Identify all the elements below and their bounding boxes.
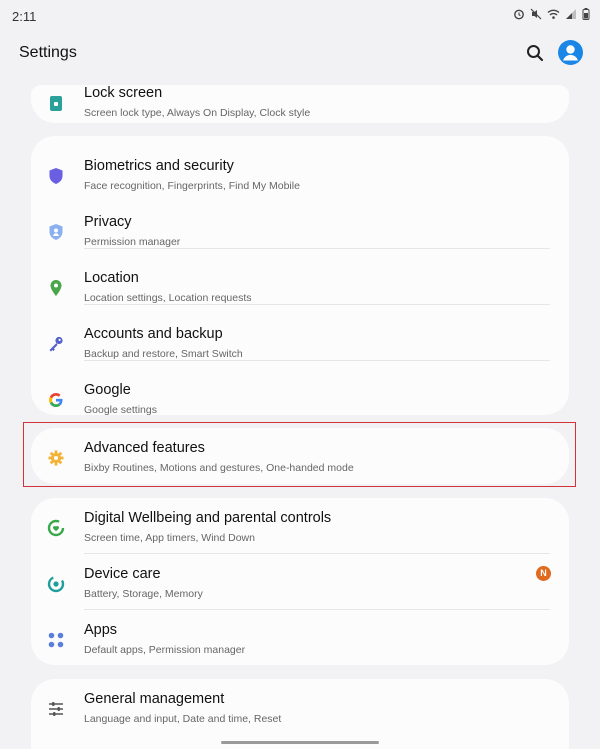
wellbeing-icon xyxy=(46,518,66,538)
settings-card-lock: Lock screen Screen lock type, Always On … xyxy=(31,85,569,123)
status-time: 2:11 xyxy=(12,9,37,24)
key-icon xyxy=(46,334,66,354)
settings-item-biometrics[interactable]: Biometrics and security Face recognition… xyxy=(31,146,569,202)
battery-icon xyxy=(582,8,590,20)
settings-item-title: General management xyxy=(84,691,225,707)
settings-item-subtitle: Language and input, Date and time, Reset xyxy=(84,713,282,725)
settings-item-title: Privacy xyxy=(84,214,132,230)
google-icon xyxy=(46,390,66,410)
sliders-icon xyxy=(46,699,66,719)
divider xyxy=(84,248,550,249)
location-pin-icon xyxy=(46,278,66,298)
settings-item-subtitle: Screen time, App timers, Wind Down xyxy=(84,532,255,544)
settings-item-title: Apps xyxy=(84,622,118,638)
highlight-box xyxy=(23,422,576,487)
settings-item-subtitle: Location settings, Location requests xyxy=(84,292,252,304)
device-care-icon xyxy=(46,574,66,594)
settings-item-title: Lock screen xyxy=(84,85,163,101)
status-icons xyxy=(513,8,590,20)
settings-item-title: Google xyxy=(84,382,131,398)
lock-icon xyxy=(46,93,66,113)
settings-card-general: General management Language and input, D… xyxy=(31,679,569,749)
account-icon xyxy=(563,45,578,61)
settings-item-subtitle: Backup and restore, Smart Switch xyxy=(84,348,243,360)
settings-item-subtitle: Battery, Storage, Memory xyxy=(84,588,203,600)
settings-item-apps[interactable]: Apps Default apps, Permission manager xyxy=(31,610,569,666)
settings-item-title: Device care xyxy=(84,566,161,582)
settings-item-title: Accounts and backup xyxy=(84,326,223,342)
signal-icon xyxy=(566,9,576,19)
settings-item-privacy[interactable]: Privacy Permission manager xyxy=(31,202,569,258)
settings-item-subtitle: Google settings xyxy=(84,404,157,416)
account-button[interactable] xyxy=(558,40,583,65)
shield-icon xyxy=(46,166,66,186)
app-header: Settings xyxy=(0,34,600,74)
alarm-icon xyxy=(514,9,524,20)
settings-card-security: Biometrics and security Face recognition… xyxy=(31,136,569,416)
settings-item-lock-screen[interactable]: Lock screen Screen lock type, Always On … xyxy=(31,73,569,129)
mute-icon xyxy=(530,8,542,20)
settings-item-subtitle: Permission manager xyxy=(84,236,181,248)
page-title: Settings xyxy=(19,44,77,61)
settings-item-digital-wellbeing[interactable]: Digital Wellbeing and parental controls … xyxy=(31,498,569,554)
settings-card-care: Digital Wellbeing and parental controls … xyxy=(31,498,569,665)
gesture-navigation-bar[interactable] xyxy=(221,741,379,744)
search-button[interactable] xyxy=(524,42,546,64)
settings-item-general-management[interactable]: General management Language and input, D… xyxy=(31,679,569,735)
settings-item-subtitle: Screen lock type, Always On Display, Clo… xyxy=(84,107,311,119)
apps-grid-icon xyxy=(46,630,66,650)
settings-item-title: Biometrics and security xyxy=(84,158,234,174)
settings-item-title: Digital Wellbeing and parental controls xyxy=(84,510,332,526)
wifi-icon xyxy=(547,9,560,19)
settings-item-device-care[interactable]: Device care Battery, Storage, Memory N xyxy=(31,554,569,610)
settings-item-location[interactable]: Location Location settings, Location req… xyxy=(31,258,569,314)
status-bar: 2:11 xyxy=(0,0,600,34)
settings-item-accounts-backup[interactable]: Accounts and backup Backup and restore, … xyxy=(31,314,569,370)
settings-item-subtitle: Face recognition, Fingerprints, Find My … xyxy=(84,180,300,192)
divider xyxy=(84,360,550,361)
settings-item-title: Location xyxy=(84,270,139,286)
search-icon xyxy=(527,45,544,62)
settings-item-subtitle: Default apps, Permission manager xyxy=(84,644,246,656)
settings-item-google[interactable]: Google Google settings xyxy=(31,370,569,426)
divider xyxy=(84,304,550,305)
privacy-shield-icon xyxy=(46,222,66,242)
notification-badge: N xyxy=(536,566,551,581)
